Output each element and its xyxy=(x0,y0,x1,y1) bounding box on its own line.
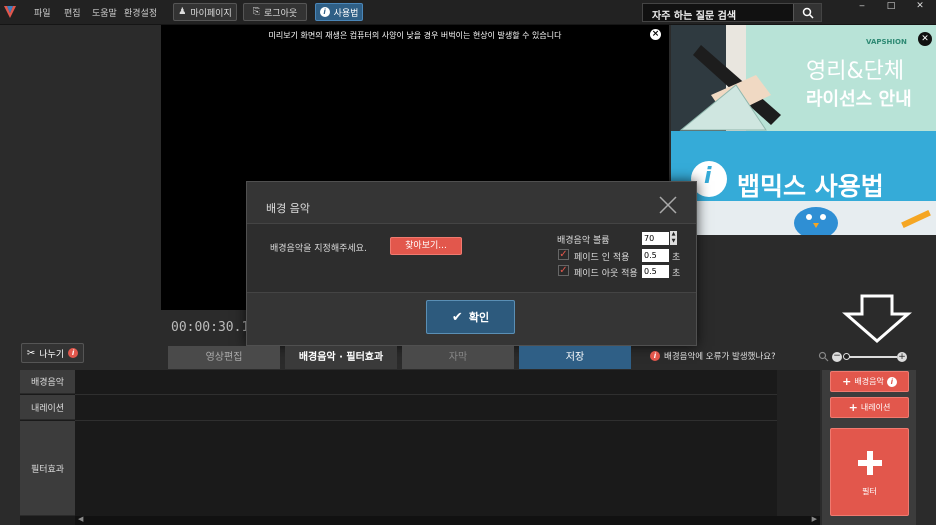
scissors-icon: ✂ xyxy=(26,347,36,359)
volume-input[interactable]: 70 xyxy=(642,232,669,245)
menu-edit[interactable]: 편집 xyxy=(64,6,81,19)
confirm-button[interactable]: ✔ 확인 xyxy=(426,300,515,334)
timeline-row-filter: 필터효과 xyxy=(20,421,75,516)
add-bgm-label: 배경음악 xyxy=(854,377,884,386)
dialog-prompt: 배경음악을 지정해주세요. xyxy=(270,244,367,254)
ad1-title: 영리&단체 xyxy=(806,59,905,84)
fade-out-unit: 초 xyxy=(672,269,681,279)
tab-video-edit[interactable]: 영상편집 xyxy=(168,346,280,369)
bgm-dialog: 배경 음악 배경음악을 지정해주세요. 찾아보기... 배경음악 볼륨 70 ▲… xyxy=(246,181,697,346)
stepper-up-icon: ▲ xyxy=(671,231,676,237)
ad2-title: 뱁믹스 사용법 xyxy=(737,172,884,201)
confirm-label: 확인 xyxy=(468,311,490,324)
plus-icon xyxy=(858,451,882,475)
info-icon: i xyxy=(68,348,79,358)
info-icon: i xyxy=(319,7,330,17)
tab-subtitle[interactable]: 자막 xyxy=(402,346,514,369)
fade-out-label: 페이드 아웃 적용 xyxy=(574,269,638,279)
zoom-icon xyxy=(818,351,829,362)
ad1-subtitle: 라이선스 안내 xyxy=(806,89,912,110)
side-panel: + 배경음악 i + 내레이션 필터 xyxy=(822,370,916,525)
ad-close-icon[interactable]: ✕ xyxy=(918,32,932,46)
bgm-error-text: 배경음악에 오류가 발생했나요? xyxy=(664,352,776,362)
add-filter-label: 필터 xyxy=(862,487,877,496)
timeline-scrollbar[interactable]: ◀ ▶ xyxy=(75,515,820,525)
menu-file[interactable]: 파일 xyxy=(34,6,51,19)
down-arrow-icon xyxy=(842,294,912,343)
maximize-icon[interactable]: □ xyxy=(877,0,905,12)
close-window-icon[interactable]: ✕ xyxy=(906,0,934,12)
timecode: 00:00:30.1 xyxy=(171,320,250,335)
add-narration-label: 내레이션 xyxy=(860,403,891,412)
info-icon: i xyxy=(886,376,897,387)
faq-search-label: 자주 하는 질문 검색 xyxy=(652,11,737,22)
search-icon[interactable] xyxy=(793,4,821,21)
zoom-slider-handle[interactable] xyxy=(843,353,850,360)
divider xyxy=(75,420,820,421)
ad2-info-icon: i xyxy=(704,164,712,189)
mypage-label: 마이페이지 xyxy=(190,8,232,19)
logout-icon: ⎘ xyxy=(252,7,261,17)
preview-note: 미리보기 화면의 재생은 컴퓨터의 사양이 낮을 경우 버벅이는 현상이 발생할… xyxy=(268,31,562,40)
zoom-slider[interactable] xyxy=(845,356,897,358)
faq-search-box[interactable]: 자주 하는 질문 검색 xyxy=(642,3,822,22)
zoom-in-icon[interactable]: + xyxy=(897,352,907,362)
fade-in-unit: 초 xyxy=(672,253,681,263)
stepper-down-icon: ▼ xyxy=(671,238,676,244)
tab-bgm-filter[interactable]: 배경음악 · 필터효과 xyxy=(285,346,397,369)
split-label: 나누기 xyxy=(39,349,65,360)
timeline-row-narration: 내레이션 xyxy=(20,395,75,420)
ad-brand: VAPSHION xyxy=(866,38,907,46)
timeline-row-bgm: 배경음악 xyxy=(20,370,75,394)
logout-label: 로그아웃 xyxy=(264,8,298,19)
split-button[interactable]: ✂ 나누기 i xyxy=(21,343,84,363)
logout-button[interactable]: ⎘ 로그아웃 xyxy=(243,3,307,21)
dialog-body: 배경음악을 지정해주세요. 찾아보기... 배경음악 볼륨 70 ▲ ▼ ✓ 페… xyxy=(247,224,696,292)
minimize-icon[interactable]: ‒ xyxy=(848,0,876,12)
check-icon: ✔ xyxy=(451,309,463,325)
dialog-title: 배경 음악 xyxy=(266,202,310,215)
tab-save[interactable]: 저장 xyxy=(519,346,631,369)
divider xyxy=(75,394,820,395)
timeline[interactable]: 배경음악 내레이션 필터효과 ◀ ▶ xyxy=(20,370,820,525)
volume-label: 배경음악 볼륨 xyxy=(557,236,610,246)
zoom-out-icon[interactable]: − xyxy=(832,352,842,362)
top-bar: 파일 편집 도움말 환경설정 ♟ 마이페이지 ⎘ 로그아웃 i 사용법 자주 하… xyxy=(0,0,936,25)
app-logo xyxy=(4,6,16,18)
volume-stepper[interactable]: ▲ ▼ xyxy=(670,231,677,245)
menu-help[interactable]: 도움말 xyxy=(92,6,117,19)
howto-ad-banner[interactable]: i 뱁믹스 사용법 xyxy=(671,131,936,235)
fade-out-input[interactable]: 0.5 xyxy=(642,265,669,278)
license-ad-banner[interactable]: VAPSHION 영리&단체 라이선스 안내 xyxy=(671,25,936,131)
menu-settings[interactable]: 환경설정 xyxy=(124,6,157,19)
browse-button[interactable]: 찾아보기... xyxy=(390,237,462,255)
add-filter-button[interactable]: 필터 xyxy=(830,428,909,516)
mypage-button[interactable]: ♟ 마이페이지 xyxy=(173,3,237,21)
scroll-right-icon[interactable]: ▶ xyxy=(812,515,817,523)
fade-out-checkbox[interactable]: ✓ xyxy=(558,265,569,276)
fade-in-checkbox[interactable]: ✓ xyxy=(558,249,569,260)
bgm-error-link[interactable]: i 배경음악에 오류가 발생했나요? xyxy=(650,350,776,362)
howto-button[interactable]: i 사용법 xyxy=(315,3,363,21)
info-icon: i xyxy=(650,351,660,361)
add-bgm-button[interactable]: + 배경음악 i xyxy=(830,371,909,392)
fade-in-input[interactable]: 0.5 xyxy=(642,249,669,262)
divider xyxy=(247,292,696,293)
plus-icon: + xyxy=(848,401,858,414)
dialog-close-icon[interactable] xyxy=(657,194,679,216)
scroll-left-icon[interactable]: ◀ xyxy=(78,515,83,523)
timeline-end-zone xyxy=(777,370,820,516)
plus-icon: + xyxy=(842,375,852,388)
preview-note-close-icon[interactable]: × xyxy=(650,29,661,40)
fade-in-label: 페이드 인 적용 xyxy=(574,253,630,263)
user-icon: ♟ xyxy=(178,7,187,17)
howto-label: 사용법 xyxy=(333,8,359,19)
add-narration-button[interactable]: + 내레이션 xyxy=(830,397,909,418)
